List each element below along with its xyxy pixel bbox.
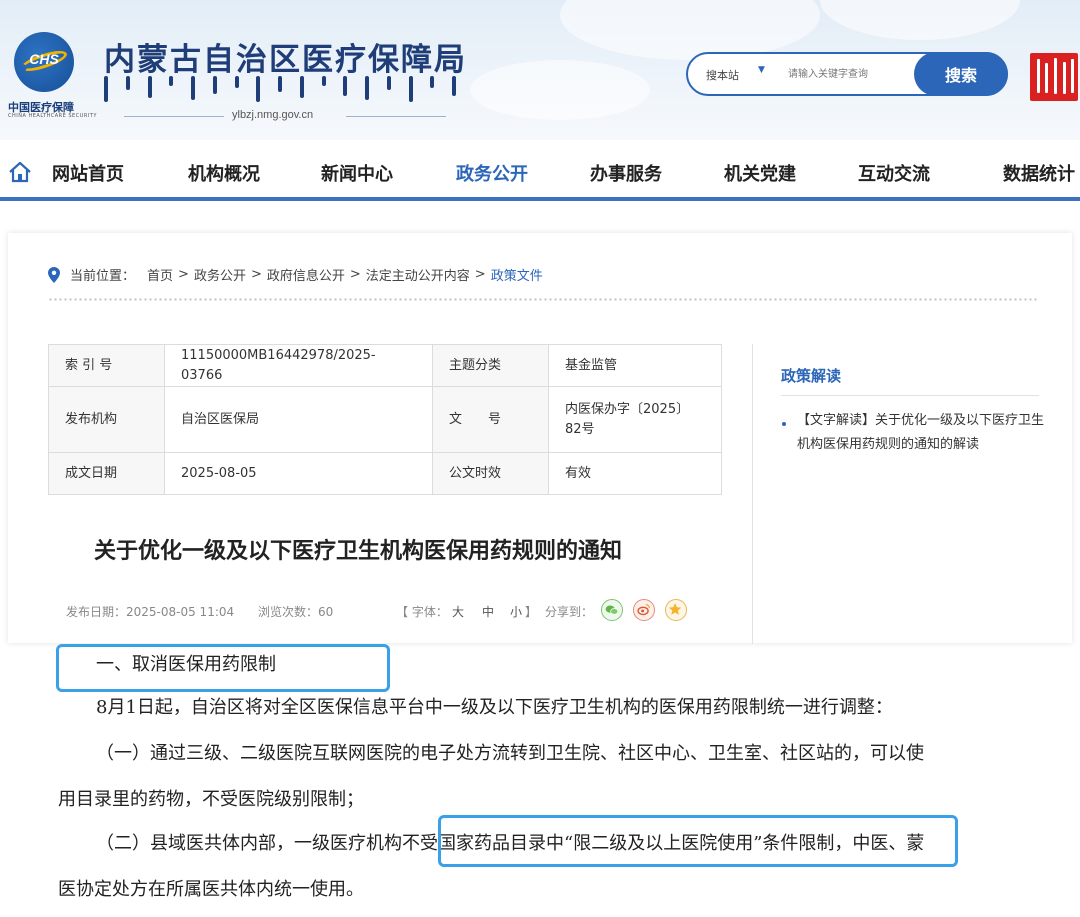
site-header: CHS 中国医疗保障 CHINA HEALTHCARE SECURITY 内蒙古… [0, 0, 1080, 140]
nav-item-interaction[interactable]: 互动交流 [858, 160, 930, 186]
favorite-star-icon[interactable] [665, 599, 687, 621]
bullet-icon [782, 422, 786, 426]
font-medium-button[interactable]: 中 [482, 603, 494, 620]
breadcrumb-separator: > [349, 267, 361, 282]
paragraph: 8月1日起，自治区将对全区医保信息平台中一级及以下医疗卫生机构的医保用药限制统一… [96, 697, 893, 718]
document-meta-table: 索 引 号 11150000MB16442978/2025-03766 主题分类… [48, 344, 722, 495]
paragraph: （一）通过三级、二级医院互联网医院的电子处方流转到卫生院、社区中心、卫生室、社区… [96, 743, 924, 764]
dotted-divider [48, 297, 1038, 303]
breadcrumb-separator: > [474, 267, 486, 282]
mongolian-seal-logo-icon[interactable] [1030, 53, 1078, 101]
paragraph: 用目录里的药物，不受医院级别限制； [58, 789, 364, 810]
table-row: 发布机构 自治区医保局 文 号 内医保办字〔2025〕82号 [48, 386, 722, 453]
font-small-button[interactable]: 小 [510, 603, 522, 620]
breadcrumb-gov-affairs[interactable]: 政务公开 [194, 265, 246, 284]
main-nav: 网站首页 机构概况 新闻中心 政务公开 办事服务 机关党建 互动交流 数据统计 [0, 140, 1080, 202]
search-scope-select[interactable]: 搜本站 [706, 67, 739, 83]
breadcrumb-separator: > [250, 267, 262, 282]
search-input[interactable] [788, 64, 908, 84]
weibo-share-icon[interactable] [633, 599, 655, 621]
content-panel: 当前位置： 首页 > 政务公开 > 政府信息公开 > 法定主动公开内容 > 政策… [8, 233, 1072, 644]
divider [346, 116, 446, 117]
location-pin-icon [48, 266, 60, 283]
home-icon[interactable] [8, 161, 32, 183]
search-button[interactable]: 搜索 [914, 52, 1008, 96]
chs-logo-icon[interactable]: CHS [14, 32, 74, 92]
mongolian-script-title [104, 76, 456, 106]
nav-item-services[interactable]: 办事服务 [590, 160, 662, 186]
breadcrumb-separator: > [178, 267, 189, 282]
meta-key: 索 引 号 [48, 344, 165, 387]
policy-interpretation-link[interactable]: 【文字解读】关于优化一级及以下医疗卫生机构医保用药规则的通知的解读 [797, 409, 1047, 457]
divider [124, 116, 224, 117]
meta-key: 发布机构 [48, 386, 165, 453]
breadcrumb: 当前位置： 首页 > 政务公开 > 政府信息公开 > 法定主动公开内容 > 政策… [48, 265, 543, 284]
font-large-button[interactable]: 大 [452, 603, 464, 620]
wechat-share-icon[interactable] [601, 599, 623, 621]
breadcrumb-statutory-content[interactable]: 法定主动公开内容 [366, 265, 470, 284]
divider [781, 395, 1039, 396]
font-size-label: 【 字体： [396, 605, 448, 619]
highlight-box [438, 815, 958, 867]
meta-key: 公文时效 [432, 452, 549, 495]
font-size-close: 】 [525, 605, 538, 619]
nav-item-statistics[interactable]: 数据统计 [1003, 160, 1075, 186]
logo-english-text: CHINA HEALTHCARE SECURITY [8, 113, 97, 119]
caret-down-icon[interactable]: ▼ [758, 65, 765, 75]
meta-value: 基金监管 [548, 344, 722, 387]
search-box: 搜本站 ▼ 搜索 [686, 52, 1008, 96]
share-label: 分享到： [545, 605, 594, 619]
cloud-decoration [470, 60, 650, 120]
breadcrumb-home[interactable]: 首页 [147, 265, 173, 284]
paragraph: 医协定处方在所属医共体内统一使用。 [58, 879, 364, 900]
meta-value: 内医保办字〔2025〕82号 [548, 386, 722, 453]
highlight-box [56, 644, 390, 692]
meta-key: 文 号 [432, 386, 549, 453]
site-title[interactable]: 内蒙古自治区医疗保障局 [104, 34, 467, 79]
meta-value: 2025-08-05 [164, 452, 433, 495]
breadcrumb-info-disclosure[interactable]: 政府信息公开 [267, 265, 345, 284]
nav-item-home[interactable]: 网站首页 [52, 160, 124, 186]
cloud-decoration [560, 0, 820, 60]
nav-item-news[interactable]: 新闻中心 [321, 160, 393, 186]
meta-key: 主题分类 [432, 344, 549, 387]
table-row: 索 引 号 11150000MB16442978/2025-03766 主题分类… [48, 344, 722, 387]
sidebar-title: 政策解读 [781, 367, 842, 385]
breadcrumb-label: 当前位置： [70, 269, 136, 284]
nav-item-overview[interactable]: 机构概况 [188, 160, 260, 186]
nav-item-party[interactable]: 机关党建 [724, 160, 796, 186]
breadcrumb-policy-docs[interactable]: 政策文件 [491, 265, 543, 284]
site-domain: ylbzj.nmg.gov.cn [232, 109, 314, 121]
meta-value: 自治区医保局 [164, 386, 433, 453]
meta-key: 成文日期 [48, 452, 165, 495]
table-row: 成文日期 2025-08-05 公文时效 有效 [48, 452, 722, 495]
nav-underline [0, 197, 1080, 201]
publish-date: 发布日期：2025-08-05 11:04 [66, 605, 235, 619]
meta-value: 有效 [548, 452, 722, 495]
meta-value: 11150000MB16442978/2025-03766 [164, 344, 433, 387]
article-title: 关于优化一级及以下医疗卫生机构医保用药规则的通知 [94, 539, 623, 564]
view-count: 浏览次数：60 [258, 605, 334, 619]
column-divider [752, 344, 753, 644]
cloud-decoration [820, 0, 1020, 40]
nav-item-gov-affairs[interactable]: 政务公开 [456, 160, 528, 186]
